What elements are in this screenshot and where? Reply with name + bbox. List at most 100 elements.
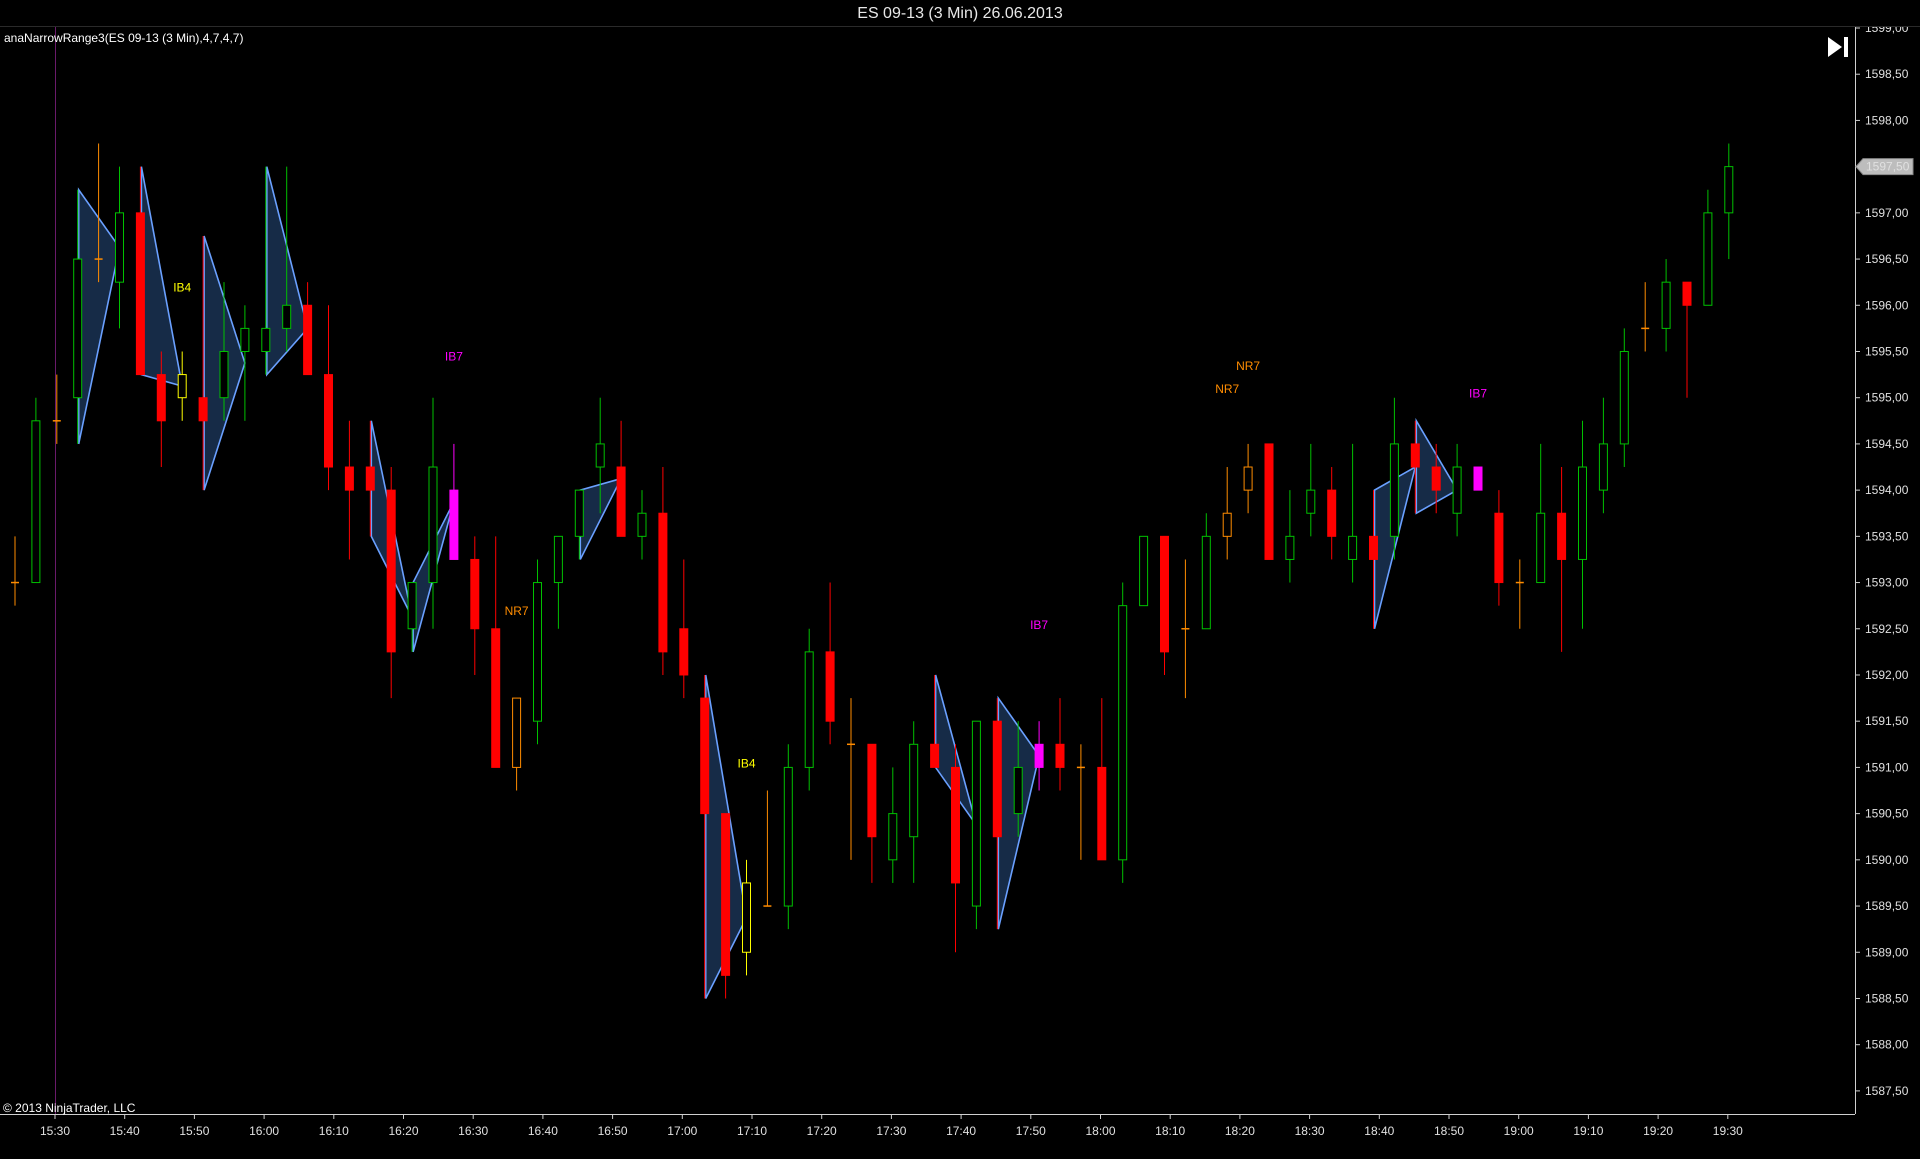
candle-body xyxy=(282,304,292,329)
y-tick-label: 1590,50 xyxy=(1865,807,1909,821)
candle-body xyxy=(344,466,354,491)
candle-body xyxy=(1139,535,1149,607)
candle-body xyxy=(512,697,522,768)
candle-body xyxy=(31,420,41,584)
price-chart[interactable]: IB4 IB7 NR7 IB4 IB7 NR7 NR7 IB7 1587,50 1588,00 1… xyxy=(0,27,1920,1159)
candle-body xyxy=(303,304,313,376)
y-tick-label: 1597,00 xyxy=(1865,206,1909,220)
candle-body xyxy=(1661,281,1671,329)
pattern-label: IB4 xyxy=(737,756,755,770)
x-tick-label: 19:20 xyxy=(1643,1124,1673,1138)
pattern-label: IB4 xyxy=(173,280,191,294)
y-tick-label: 1599,00 xyxy=(1865,27,1909,35)
x-tick-label: 19:00 xyxy=(1504,1124,1534,1138)
x-tick-label: 16:30 xyxy=(458,1124,488,1138)
y-tick-label: 1596,00 xyxy=(1865,298,1909,312)
candle-body xyxy=(1160,535,1169,653)
y-tick-label: 1596,50 xyxy=(1865,252,1909,266)
x-tick-label: 17:10 xyxy=(737,1124,767,1138)
candle-body xyxy=(616,466,626,537)
chart-background xyxy=(0,27,1920,1159)
x-tick-label: 16:50 xyxy=(598,1124,628,1138)
candle-body xyxy=(1201,535,1211,630)
candle-body xyxy=(553,535,563,584)
candle-body xyxy=(742,882,751,953)
y-tick-label: 1592,00 xyxy=(1865,668,1909,682)
candle-body xyxy=(1013,766,1023,815)
y-tick-label: 1594,00 xyxy=(1865,483,1909,497)
candle-body xyxy=(1285,535,1295,560)
x-tick-label: 17:30 xyxy=(876,1124,906,1138)
x-tick-label: 16:10 xyxy=(319,1124,349,1138)
candle-body xyxy=(679,628,689,676)
candle-body xyxy=(1619,350,1629,445)
x-tick-label: 18:20 xyxy=(1225,1124,1255,1138)
y-tick-label: 1593,50 xyxy=(1865,529,1909,543)
y-tick-label: 1589,50 xyxy=(1865,899,1909,913)
candle-body xyxy=(1557,512,1567,560)
candle-body xyxy=(365,466,375,491)
x-tick-label: 17:50 xyxy=(1016,1124,1046,1138)
y-tick-label: 1591,00 xyxy=(1865,760,1909,774)
x-tick-label: 19:30 xyxy=(1713,1124,1743,1138)
candle-body xyxy=(1703,212,1713,306)
candle-body xyxy=(909,743,919,838)
candle-body xyxy=(888,813,898,861)
x-tick-label: 15:30 xyxy=(40,1124,70,1138)
x-tick-label: 18:10 xyxy=(1155,1124,1185,1138)
y-tick-label: 1589,00 xyxy=(1865,945,1909,959)
candle-body xyxy=(1536,512,1546,584)
last-price-label: 1597,50 xyxy=(1866,160,1910,174)
candle-body xyxy=(491,628,501,768)
copyright-notice: © 2013 NinjaTrader, LLC xyxy=(3,1101,136,1115)
x-tick-label: 18:50 xyxy=(1434,1124,1464,1138)
x-tick-label: 15:40 xyxy=(110,1124,140,1138)
candle-body xyxy=(386,489,396,653)
candle-body xyxy=(1473,466,1483,491)
x-tick-label: 17:00 xyxy=(667,1124,697,1138)
candle-body xyxy=(1243,466,1253,491)
candle-body xyxy=(700,697,710,815)
candle-body xyxy=(721,813,731,976)
candle-body xyxy=(470,558,480,630)
pattern-label: IB7 xyxy=(1030,618,1048,632)
x-tick-label: 18:30 xyxy=(1295,1124,1325,1138)
candle-body xyxy=(1222,512,1232,537)
candle-body xyxy=(867,743,877,838)
candle-body xyxy=(658,512,668,653)
candle-body xyxy=(1578,466,1587,560)
candle-body xyxy=(135,212,145,376)
y-tick-label: 1594,50 xyxy=(1865,437,1909,451)
x-tick-label: 16:20 xyxy=(388,1124,418,1138)
candle-body xyxy=(177,374,187,399)
candle-body xyxy=(1264,443,1274,560)
candle-body xyxy=(219,350,229,399)
y-tick-label: 1588,50 xyxy=(1865,991,1909,1005)
x-tick-label: 15:50 xyxy=(179,1124,209,1138)
candle-body xyxy=(1118,605,1128,861)
candle-body xyxy=(261,327,271,352)
candle-body xyxy=(407,582,417,630)
y-tick-label: 1591,50 xyxy=(1865,714,1909,728)
y-tick-label: 1598,00 xyxy=(1865,113,1909,127)
candle-body xyxy=(1348,535,1358,560)
candle-body xyxy=(115,212,124,283)
candle-body xyxy=(930,743,940,768)
candle-body xyxy=(240,327,250,352)
y-tick-label: 1595,00 xyxy=(1865,391,1909,405)
candle-body xyxy=(1369,535,1378,560)
candle-body xyxy=(595,443,605,468)
pattern-label: NR7 xyxy=(1236,359,1260,373)
x-tick-label: 17:20 xyxy=(807,1124,837,1138)
x-tick-label: 18:40 xyxy=(1364,1124,1394,1138)
candle-body xyxy=(73,258,83,399)
candle-body xyxy=(1431,466,1441,491)
candle-body xyxy=(1410,443,1420,468)
y-tick-label: 1590,00 xyxy=(1865,853,1909,867)
candle-body xyxy=(324,374,333,468)
candle-body xyxy=(1097,766,1107,861)
candle-body xyxy=(1327,489,1337,537)
x-tick-label: 16:00 xyxy=(249,1124,279,1138)
pattern-label: NR7 xyxy=(1215,382,1239,396)
candle-body xyxy=(783,766,793,907)
